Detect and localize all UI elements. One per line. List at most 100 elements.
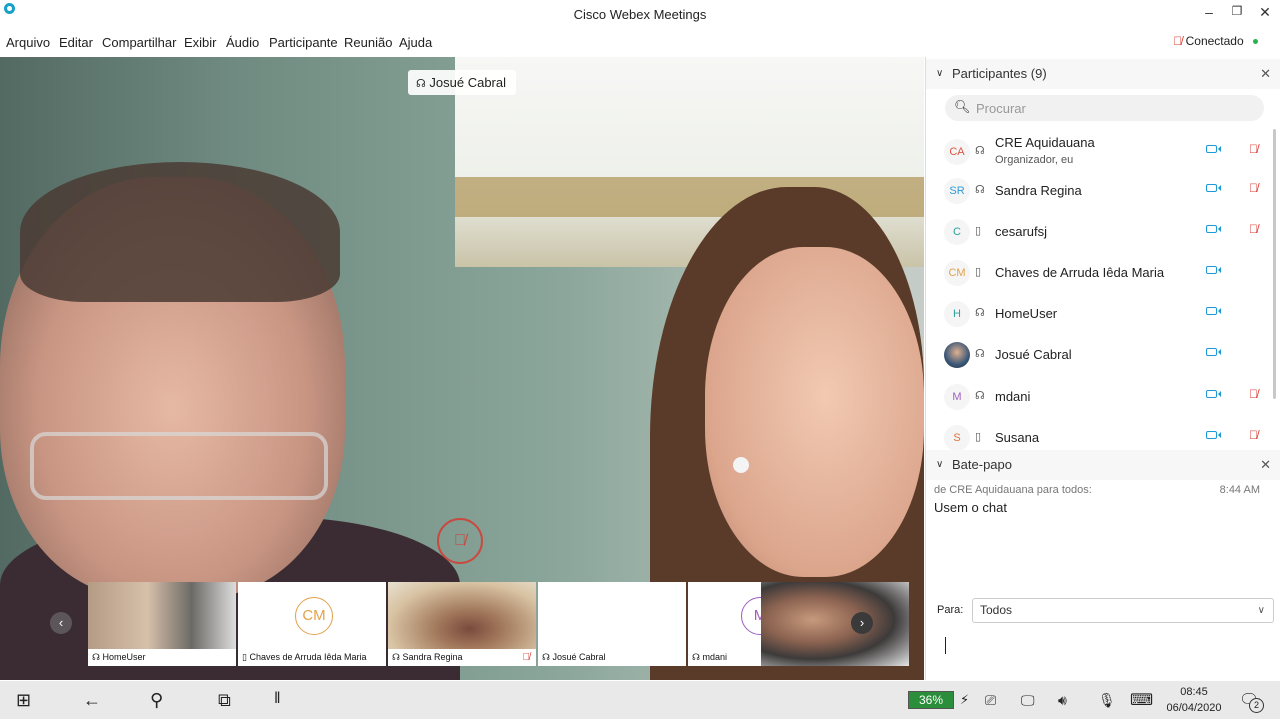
active-speaker-name: Josué Cabral — [429, 75, 507, 90]
participant-name: Sandra Regina — [995, 183, 1082, 198]
muted-mic-icon[interactable]: 🎙̸ — [1249, 142, 1258, 156]
filmstrip-thumb[interactable]: M ☊ mdani — [688, 582, 761, 666]
thumb-caption: ☊ HomeUser — [88, 649, 236, 666]
unmute-mic-button[interactable]: 🎙̸ — [437, 518, 483, 564]
video-camera-icon[interactable] — [1206, 390, 1221, 398]
task-view-icon[interactable]: ⧉ — [218, 690, 231, 711]
chat-to-label: Para: — [937, 604, 964, 616]
chat-message-text: Usem o chat — [934, 500, 1007, 515]
microphone-icon[interactable]: 🎙 — [1098, 692, 1116, 709]
video-camera-icon[interactable] — [1206, 307, 1221, 315]
menu-participante[interactable]: Participante — [269, 35, 338, 50]
video-thumbnail — [88, 582, 236, 649]
self-view-video — [761, 582, 909, 666]
filmstrip-thumb[interactable]: CM ▯ Chaves de Arruda Iêda Maria — [238, 582, 386, 666]
avatar — [944, 342, 970, 368]
chat-message-time: 8:44 AM — [1219, 484, 1260, 496]
network-icon[interactable]: 🖵 — [1021, 692, 1035, 709]
thumb-caption: ☊ Sandra Regina 🎙̸ — [388, 649, 536, 666]
participant-search-input[interactable]: 🔍︎ Procurar — [945, 95, 1264, 121]
earring — [733, 457, 749, 473]
close-participants-button[interactable]: ✕ — [1260, 59, 1271, 89]
avatar: SR — [944, 178, 970, 204]
window-title: Cisco Webex Meetings — [573, 7, 707, 22]
connected-dot-icon — [1253, 39, 1258, 45]
keyboard-icon[interactable]: ⌨ — [1130, 690, 1153, 710]
filmstrip-thumb[interactable]: ☊ Sandra Regina 🎙̸ — [388, 582, 536, 666]
participant-row[interactable]: SR ☊ Sandra Regina 🎙̸ — [926, 170, 1271, 211]
menu-ajuda[interactable]: Ajuda — [399, 35, 432, 50]
video-camera-icon[interactable] — [1206, 184, 1221, 192]
search-icon[interactable]: ⚲ — [150, 690, 163, 711]
headset-icon: ☊ — [392, 652, 403, 662]
participant-row[interactable]: CM ▯ Chaves de Arruda Iêda Maria — [926, 252, 1271, 293]
participant-row[interactable]: H ☊ HomeUser — [926, 293, 1271, 334]
chat-recipient-select[interactable]: Todos ∨ — [972, 598, 1274, 623]
chevron-down-icon: ∨ — [936, 459, 944, 470]
video-camera-icon[interactable] — [1206, 145, 1221, 153]
phone-icon: ▯ — [975, 225, 982, 237]
glasses — [30, 432, 328, 500]
participant-name: Josué Cabral — [995, 347, 1072, 362]
menu-arquivo[interactable]: Arquivo — [6, 35, 50, 50]
avatar: CM — [944, 260, 970, 286]
menu-audio[interactable]: Áudio — [226, 35, 259, 50]
menu-reuniao[interactable]: Reunião — [344, 35, 392, 50]
battery-indicator[interactable]: 36% — [908, 691, 954, 709]
muted-mic-icon[interactable]: 🎙̸ — [1249, 222, 1258, 236]
chat-header[interactable]: ∨ Bate-papo ✕ — [926, 450, 1280, 480]
participant-row[interactable]: M ☊ mdani 🎙̸ — [926, 376, 1271, 417]
filmstrip-next-button[interactable]: › — [851, 612, 873, 634]
video-camera-icon[interactable] — [1206, 225, 1221, 233]
muted-mic-icon: 🎙̸ — [1173, 34, 1183, 48]
chat-input[interactable] — [934, 627, 1274, 672]
back-arrow-icon[interactable]: ← — [83, 690, 101, 711]
video-camera-icon[interactable] — [1206, 348, 1221, 356]
chat-message-meta: de CRE Aquidauana para todos: — [934, 484, 1092, 496]
notification-center-icon[interactable]: 🗨2 — [1239, 690, 1264, 713]
close-button[interactable]: ✕ — [1254, 4, 1276, 21]
participant-name: mdani — [995, 389, 1031, 404]
muted-mic-icon[interactable]: 🎙̸ — [1249, 387, 1258, 401]
active-speaker-label: ☊ Josué Cabral — [408, 70, 517, 95]
close-chat-button[interactable]: ✕ — [1260, 450, 1271, 480]
taskbar-clock[interactable]: 08:45 06/04/2020 — [1160, 684, 1228, 716]
thumb-caption: ▯ Chaves de Arruda Iêda Maria — [238, 649, 386, 666]
person2-face — [705, 247, 924, 577]
participant-scrollbar[interactable] — [1273, 129, 1276, 399]
menu-compartilhar[interactable]: Compartilhar — [102, 35, 176, 50]
right-panel: ∨ Participantes (9) ✕ 🔍︎ Procurar CA ☊ CRE… — [925, 57, 1280, 680]
video-camera-icon[interactable] — [1206, 431, 1221, 439]
participants-title: Participantes (9) — [952, 66, 1047, 81]
headset-icon: ☊ — [542, 652, 553, 662]
search-icon: 🔍︎ — [954, 99, 971, 114]
volume-icon[interactable]: 🔊︎ — [1058, 692, 1067, 709]
minimize-button[interactable]: – — [1198, 4, 1220, 20]
participant-row[interactable]: ☊ Josué Cabral — [926, 334, 1271, 375]
video-thumbnail — [388, 582, 536, 649]
filmstrip-prev-button[interactable]: ‹ — [50, 612, 72, 634]
menu-editar[interactable]: Editar — [59, 35, 93, 50]
connection-status[interactable]: 🎙̸ Conectado — [1173, 34, 1258, 48]
muted-mic-icon[interactable]: 🎙̸ — [1249, 181, 1258, 195]
participant-row[interactable]: CA ☊ CRE Aquidauana Organizador, eu 🎙̸ — [926, 131, 1271, 172]
filmstrip-thumb[interactable]: ☊ HomeUser — [88, 582, 236, 666]
participant-row[interactable]: C ▯ cesarufsj 🎙̸ — [926, 211, 1271, 252]
windows-start-icon[interactable]: ⊞ — [16, 690, 31, 711]
menu-bar: Arquivo Editar Compartilhar Exibir Áudio… — [0, 30, 1280, 56]
video-camera-icon[interactable] — [1206, 266, 1221, 274]
clock-date: 06/04/2020 — [1166, 702, 1222, 714]
filmstrip-thumb[interactable]: ☊ Josué Cabral — [538, 582, 686, 666]
notification-count: 2 — [1249, 698, 1264, 713]
menu-exibir[interactable]: Exibir — [184, 35, 217, 50]
device-icon[interactable]: ⎚ — [985, 692, 996, 709]
restore-button[interactable]: ❐ — [1226, 4, 1248, 18]
participants-header[interactable]: ∨ Participantes (9) ✕ — [926, 59, 1280, 89]
windows-taskbar: ⊞ ← ⚲ ⧉ ‖ 36% ⚡ ⎚ 🖵 🔊︎ 🎙 ⌨ 08:45 06/04/2… — [0, 681, 1280, 719]
participant-name: Chaves de Arruda Iêda Maria — [995, 265, 1165, 280]
video-thumbnail — [538, 582, 686, 649]
person-hair — [20, 162, 340, 302]
chat-title: Bate-papo — [952, 457, 1012, 472]
self-view-thumb[interactable] — [761, 582, 909, 666]
muted-mic-icon[interactable]: 🎙̸ — [1249, 428, 1258, 442]
